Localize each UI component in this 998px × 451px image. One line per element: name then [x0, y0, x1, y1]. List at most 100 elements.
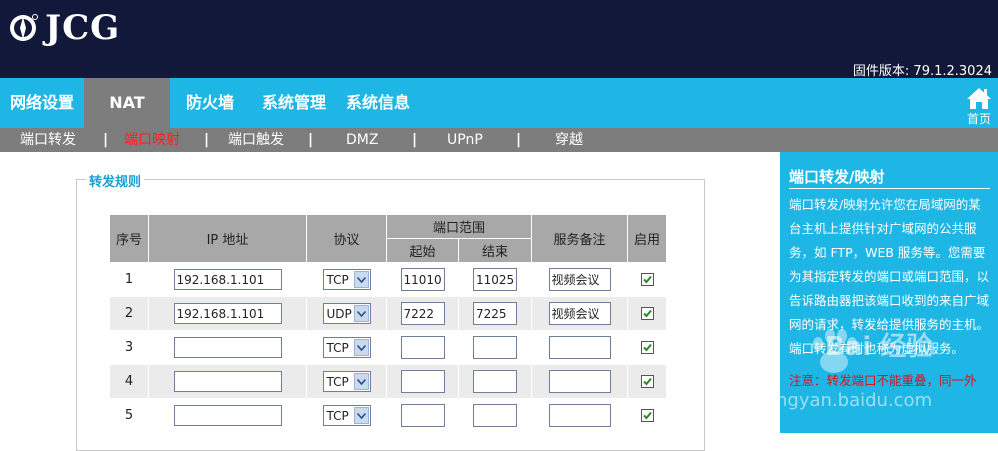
port-end-input[interactable] — [473, 404, 517, 427]
row-index: 1 — [109, 262, 149, 297]
firmware-version: 固件版本: 79.1.2.3024 — [852, 64, 992, 79]
port-end-input[interactable] — [473, 336, 517, 359]
table-row: 5 TCP — [109, 398, 667, 433]
checkmark-icon — [642, 275, 652, 284]
checkmark-icon — [642, 309, 652, 318]
protocol-cell: TCP — [306, 398, 387, 433]
protocol-cell: TCP — [306, 262, 387, 297]
subnav-traversal[interactable]: 穿越 — [555, 128, 583, 152]
subnav-port-mapping[interactable]: 端口映射 — [124, 128, 180, 152]
service-note-input[interactable] — [548, 404, 611, 427]
ip-address-input[interactable] — [173, 337, 282, 358]
enable-checkbox[interactable] — [640, 375, 654, 388]
home-label: 首页 — [966, 112, 991, 126]
subnav-separator: | — [412, 132, 418, 148]
chevron-down-icon — [353, 271, 369, 288]
help-note: 注意：转发端口不能重叠，同一外 — [789, 373, 977, 388]
service-note-input[interactable] — [548, 370, 611, 393]
port-end-input[interactable] — [473, 370, 517, 393]
ip-address-input[interactable]: 192.168.1.101 — [173, 303, 282, 324]
row-index: 3 — [109, 330, 149, 365]
nav-firewall[interactable]: 防火墙 — [186, 78, 234, 128]
row-index: 5 — [109, 398, 149, 433]
protocol-select[interactable]: TCP — [322, 371, 371, 392]
subnav-separator: | — [204, 132, 210, 148]
subnav-separator: | — [516, 132, 522, 148]
enable-checkbox[interactable] — [640, 341, 654, 354]
protocol-value: UDP — [326, 306, 352, 321]
port-end-input[interactable]: 7225 — [473, 302, 517, 325]
checkmark-icon — [642, 377, 652, 386]
protocol-select[interactable]: TCP — [322, 337, 371, 358]
subnav-upnp[interactable]: UPnP — [447, 128, 483, 152]
port-start-cell — [386, 398, 459, 433]
chevron-down-icon — [353, 305, 369, 322]
header-port-start: 起始 — [386, 238, 459, 263]
chevron-down-icon — [353, 373, 369, 390]
port-start-cell: 11010 — [386, 262, 459, 297]
subnav-dmz[interactable]: DMZ — [346, 128, 378, 152]
subnav-separator: | — [103, 132, 109, 148]
port-start-input[interactable] — [400, 404, 445, 427]
note-cell: 视频会议 — [531, 262, 628, 297]
chevron-down-icon — [353, 407, 369, 424]
table-row: 2 192.168.1.101 UDP 7222 7225 视频会议 — [109, 296, 667, 331]
help-title: 端口转发/映射 — [789, 168, 885, 186]
enable-cell — [627, 262, 667, 297]
enable-cell — [627, 330, 667, 365]
port-end-cell — [458, 330, 532, 365]
protocol-select[interactable]: TCP — [322, 405, 371, 426]
protocol-select[interactable]: TCP — [322, 269, 371, 290]
enable-cell — [627, 296, 667, 331]
protocol-value: TCP — [326, 340, 349, 355]
port-start-input[interactable]: 11010 — [400, 268, 445, 291]
watermark-text: Bai 经验 — [825, 332, 933, 362]
service-note-input[interactable] — [548, 336, 611, 359]
rules-legend: 转发规则 — [86, 171, 145, 190]
port-start-input[interactable]: 7222 — [400, 302, 445, 325]
table-row: 1 192.168.1.101 TCP 11010 11025 视频会议 — [109, 262, 667, 297]
nav-network-settings[interactable]: 网络设置 — [10, 78, 74, 128]
logo-text: JCG — [45, 8, 121, 48]
home-link[interactable]: 首页 — [966, 86, 992, 127]
ip-address-input[interactable] — [173, 371, 282, 392]
table-row: 4 TCP — [109, 364, 667, 399]
enable-cell — [627, 398, 667, 433]
port-start-cell — [386, 364, 459, 399]
protocol-select[interactable]: UDP — [322, 303, 371, 324]
service-note-input[interactable]: 视频会议 — [548, 268, 611, 291]
ip-cell: 192.168.1.101 — [148, 296, 307, 331]
protocol-value: TCP — [326, 272, 349, 287]
subnav-port-forwarding[interactable]: 端口转发 — [20, 128, 76, 152]
enable-checkbox[interactable] — [640, 307, 654, 320]
subnav-port-trigger[interactable]: 端口触发 — [228, 128, 284, 152]
nav-system-info[interactable]: 系统信息 — [346, 78, 410, 128]
enable-checkbox[interactable] — [640, 273, 654, 286]
row-index: 4 — [109, 364, 149, 399]
port-start-input[interactable] — [400, 336, 445, 359]
ip-address-input[interactable] — [173, 405, 282, 426]
nav-nat[interactable]: NAT — [84, 78, 170, 128]
header-protocol: 协议 — [306, 214, 387, 263]
port-end-input[interactable]: 11025 — [473, 268, 517, 291]
watermark-url: jingyan.baidu.com — [766, 390, 933, 411]
protocol-value: TCP — [326, 374, 349, 389]
service-note-input[interactable]: 视频会议 — [548, 302, 611, 325]
brand-logo[interactable]: JCG — [8, 10, 120, 46]
ip-cell — [148, 330, 307, 365]
note-cell — [531, 398, 628, 433]
port-start-input[interactable] — [400, 370, 445, 393]
ip-address-input[interactable]: 192.168.1.101 — [173, 269, 282, 290]
help-divider — [789, 188, 990, 189]
enable-checkbox[interactable] — [640, 409, 654, 422]
protocol-cell: TCP — [306, 364, 387, 399]
checkmark-icon — [642, 343, 652, 352]
port-end-cell: 7225 — [458, 296, 532, 331]
nav-system-management[interactable]: 系统管理 — [262, 78, 326, 128]
row-index: 2 — [109, 296, 149, 331]
ip-cell — [148, 364, 307, 399]
ip-cell: 192.168.1.101 — [148, 262, 307, 297]
subnav-separator: | — [308, 132, 314, 148]
ip-cell — [148, 398, 307, 433]
header-ip: IP 地址 — [148, 214, 307, 263]
